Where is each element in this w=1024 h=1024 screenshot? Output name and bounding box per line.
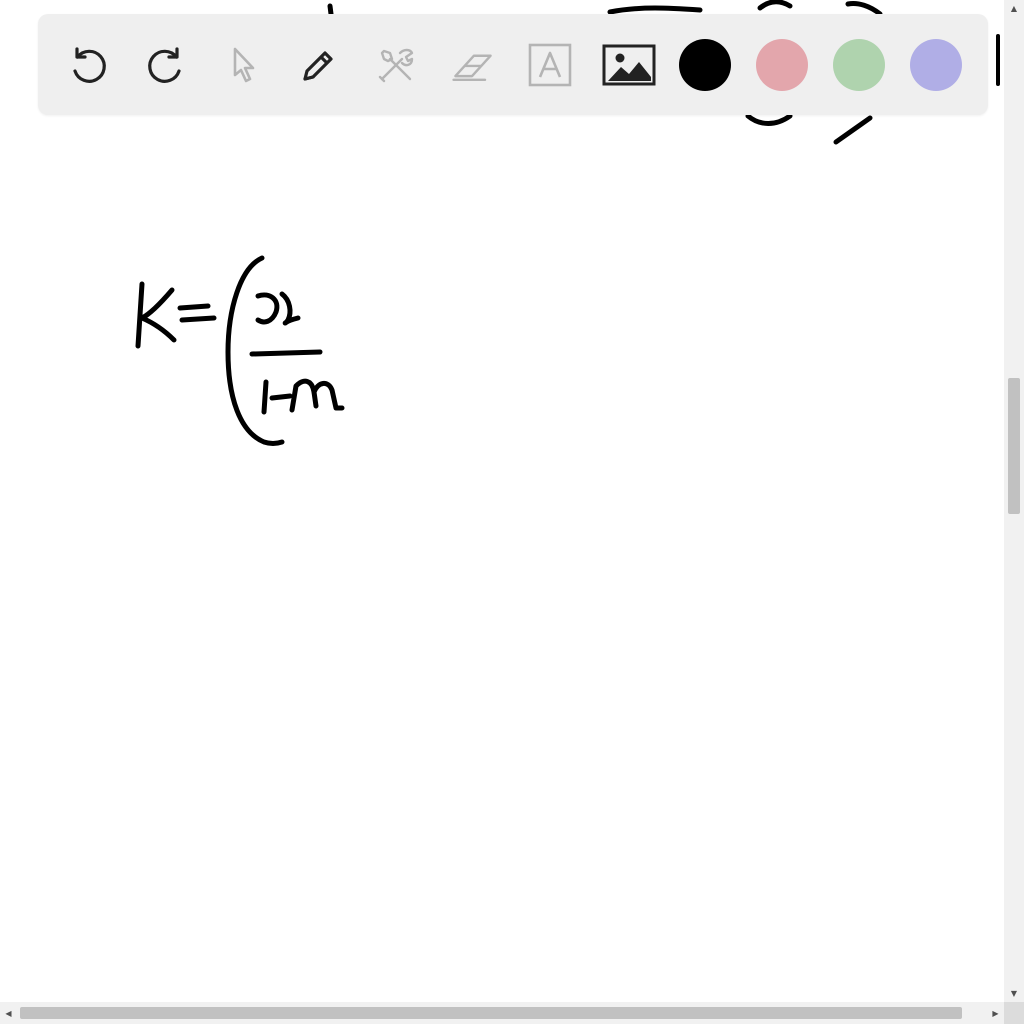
image-icon	[602, 44, 656, 86]
handwritten-ink	[135, 0, 883, 446]
color-purple-swatch[interactable]	[910, 39, 962, 91]
scroll-right-arrow-icon[interactable]: ▶	[987, 1002, 1004, 1024]
horizontal-scrollbar[interactable]: ◀ ▶	[0, 1002, 1004, 1024]
drawing-canvas[interactable]	[0, 0, 1004, 1002]
image-button[interactable]	[601, 40, 657, 90]
drawing-toolbar	[38, 14, 988, 115]
eraser-button[interactable]	[448, 40, 498, 90]
tools-button[interactable]	[371, 40, 421, 90]
pen-button[interactable]	[294, 40, 344, 90]
color-black-swatch[interactable]	[679, 39, 731, 91]
stroke-width-indicator[interactable]	[996, 34, 1000, 86]
text-button[interactable]	[525, 40, 575, 90]
scroll-down-arrow-icon[interactable]: ▼	[1004, 985, 1024, 1002]
vertical-scrollbar[interactable]: ▲ ▼	[1004, 0, 1024, 1002]
color-pink-swatch[interactable]	[756, 39, 808, 91]
vertical-scroll-thumb[interactable]	[1008, 378, 1020, 514]
whiteboard-app: ▲ ▼ ◀ ▶	[0, 0, 1024, 1024]
tools-icon	[378, 48, 414, 83]
horizontal-scroll-thumb[interactable]	[20, 1007, 962, 1019]
color-green-swatch[interactable]	[833, 39, 885, 91]
undo-icon	[73, 47, 106, 83]
select-button[interactable]	[218, 40, 268, 90]
redo-icon	[148, 47, 181, 83]
pencil-icon	[303, 51, 333, 81]
scroll-left-arrow-icon[interactable]: ◀	[0, 1002, 17, 1024]
redo-button[interactable]	[140, 40, 190, 90]
pointer-icon	[233, 47, 255, 83]
scroll-up-arrow-icon[interactable]: ▲	[1004, 0, 1024, 17]
scrollbar-corner	[1004, 1002, 1024, 1024]
text-box-icon	[528, 43, 572, 87]
undo-button[interactable]	[64, 40, 114, 90]
eraser-icon	[452, 54, 492, 82]
